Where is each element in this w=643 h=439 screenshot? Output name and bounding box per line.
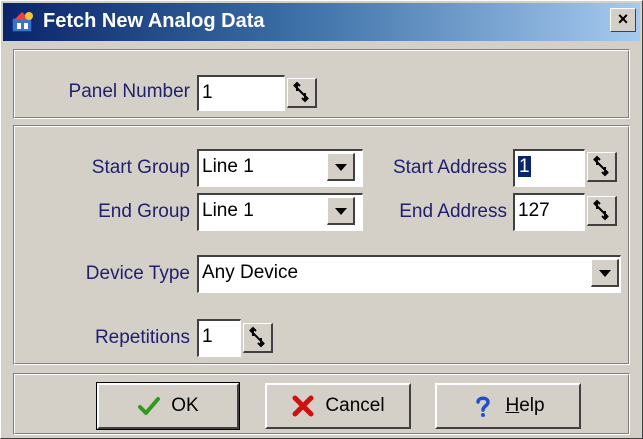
- panel-number-label: Panel Number: [68, 81, 190, 102]
- end-address-spin-button[interactable]: [587, 196, 617, 226]
- title-bar[interactable]: Fetch New Analog Data ×: [3, 3, 640, 41]
- app-icon: [11, 12, 33, 33]
- panel-number-spin-button[interactable]: [287, 78, 317, 108]
- device-type-select[interactable]: Any Device: [197, 255, 621, 293]
- device-type-label: Device Type: [85, 263, 190, 284]
- start-address-label: Start Address: [392, 157, 507, 178]
- repetitions-spin-button[interactable]: [243, 323, 273, 353]
- cross-icon: [292, 395, 314, 417]
- start-address-spin-button[interactable]: [587, 152, 617, 182]
- repetitions-input[interactable]: 1: [197, 319, 241, 357]
- help-label-rest: elp: [519, 395, 545, 416]
- ok-label: OK: [171, 395, 199, 416]
- start-group-label: Start Group: [91, 157, 190, 178]
- fetch-analog-dialog: Fetch New Analog Data × Panel Number 1 S…: [0, 0, 643, 439]
- window-title: Fetch New Analog Data: [43, 10, 265, 32]
- checkmark-icon: [138, 397, 161, 415]
- cancel-label: Cancel: [325, 395, 385, 416]
- panel-number-input[interactable]: 1: [197, 75, 285, 111]
- spin-arrows-icon: [249, 326, 265, 348]
- end-group-label: End Group: [98, 201, 190, 222]
- ok-button[interactable]: OK: [96, 382, 240, 430]
- spin-arrows-icon: [593, 155, 609, 177]
- spin-arrows-icon: [593, 199, 609, 221]
- spin-arrows-icon: [293, 81, 309, 103]
- start-group-dropdown-button[interactable]: [327, 153, 355, 181]
- start-address-value: 1: [518, 156, 531, 177]
- close-icon: ×: [617, 9, 629, 29]
- help-mnemonic: H: [505, 395, 520, 416]
- start-address-input[interactable]: 1: [513, 149, 585, 187]
- end-group-dropdown-button[interactable]: [327, 197, 355, 225]
- end-address-input[interactable]: 127: [513, 193, 585, 231]
- question-mark-icon: [476, 396, 491, 417]
- device-type-dropdown-button[interactable]: [591, 259, 619, 287]
- close-button[interactable]: ×: [610, 8, 636, 32]
- help-button[interactable]: Help: [435, 383, 581, 429]
- end-address-label: End Address: [399, 201, 507, 222]
- help-label: Help: [505, 395, 544, 417]
- cancel-button[interactable]: Cancel: [265, 383, 411, 429]
- repetitions-label: Repetitions: [94, 327, 190, 348]
